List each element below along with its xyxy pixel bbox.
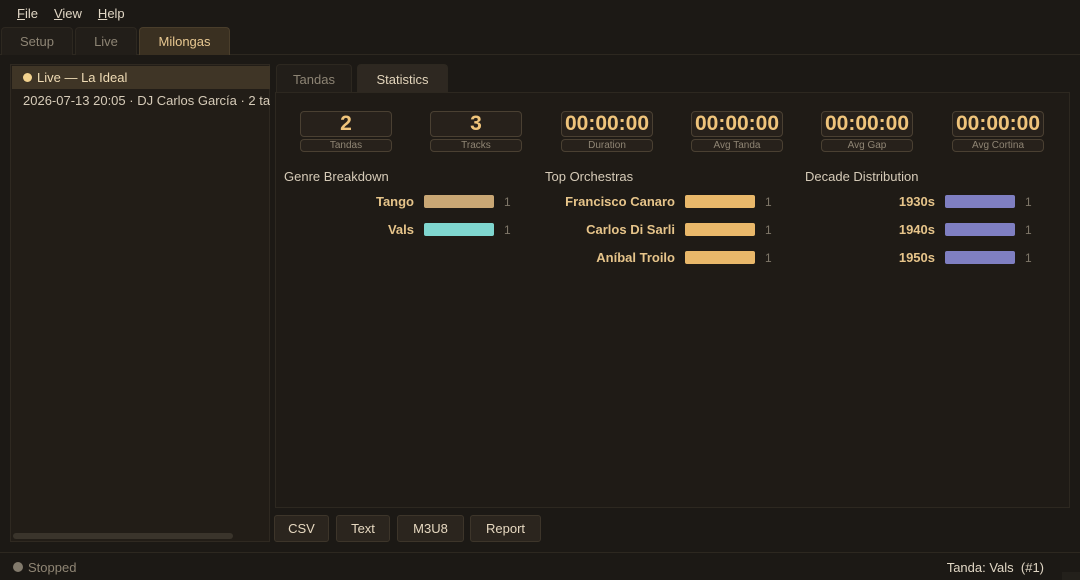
milonga-item-label: Live — La Ideal (37, 70, 128, 85)
export-text-button[interactable]: Text (336, 515, 390, 542)
menu-file[interactable]: File (9, 6, 46, 21)
stat-value: 00:00:00 (691, 111, 783, 137)
tab-statistics[interactable]: Statistics (357, 64, 448, 93)
milonga-item-label: 2026-07-13 20:05 · DJ Carlos García · 2 … (23, 93, 270, 108)
menu-help-label: elp (107, 5, 125, 21)
orchestra-count: 1 (765, 195, 772, 209)
export-m3u8-button[interactable]: M3U8 (397, 515, 464, 542)
stat-card-avg-cortina: 00:00:00 Avg Cortina (952, 111, 1045, 152)
stat-value: 2 (300, 111, 392, 137)
menu-file-mnemonic: F (17, 5, 25, 21)
main-tab-bar: Setup Live Milongas (0, 27, 1080, 55)
stat-card-tandas: 2 Tandas (300, 111, 393, 152)
menu-bar: File View Help (0, 0, 1080, 26)
stat-value: 00:00:00 (821, 111, 913, 137)
stat-label: Tandas (300, 139, 392, 152)
orchestra-count: 1 (765, 251, 772, 265)
tab-milongas[interactable]: Milongas (139, 27, 230, 55)
menu-view-label: iew (62, 5, 82, 21)
decade-count: 1 (1025, 223, 1032, 237)
orchestra-bar (685, 223, 755, 236)
genre-breakdown-title: Genre Breakdown (284, 169, 389, 184)
milonga-list[interactable]: Live — La Ideal 2026-07-13 20:05 · DJ Ca… (10, 64, 270, 542)
genre-row: Vals 1 (284, 222, 534, 238)
orchestra-label: Aníbal Troilo (596, 250, 675, 265)
decade-row: 1950s 1 (805, 250, 1055, 266)
horizontal-scrollbar[interactable] (13, 533, 233, 539)
stat-label: Duration (561, 139, 653, 152)
stat-label: Avg Cortina (952, 139, 1044, 152)
tab-live[interactable]: Live (75, 27, 137, 55)
stat-value: 00:00:00 (561, 111, 653, 137)
stat-card-duration: 00:00:00 Duration (561, 111, 654, 152)
orchestra-row: Francisco Canaro 1 (545, 194, 795, 210)
orchestra-row: Aníbal Troilo 1 (545, 250, 795, 266)
stat-card-avg-tanda: 00:00:00 Avg Tanda (691, 111, 784, 152)
decade-count: 1 (1025, 251, 1032, 265)
orchestra-bar (685, 195, 755, 208)
stat-label: Avg Tanda (691, 139, 783, 152)
decade-bar (945, 195, 1015, 208)
milonga-item-live[interactable]: Live — La Ideal (12, 66, 270, 89)
decade-count: 1 (1025, 195, 1032, 209)
genre-count: 1 (504, 195, 511, 209)
genre-row: Tango 1 (284, 194, 534, 210)
orchestra-row: Carlos Di Sarli 1 (545, 222, 795, 238)
live-indicator-icon (23, 73, 32, 82)
menu-view[interactable]: View (46, 6, 90, 21)
orchestra-bar (685, 251, 755, 264)
decade-row: 1940s 1 (805, 222, 1055, 238)
playback-status-icon (13, 562, 23, 572)
stat-label: Avg Gap (821, 139, 913, 152)
genre-bar (424, 223, 494, 236)
stat-value: 00:00:00 (952, 111, 1044, 137)
export-csv-button[interactable]: CSV (274, 515, 329, 542)
export-report-button[interactable]: Report (470, 515, 541, 542)
top-orchestras-title: Top Orchestras (545, 169, 634, 184)
decade-label: 1950s (898, 250, 935, 265)
playback-status: Stopped (28, 560, 77, 575)
genre-label: Tango (375, 194, 414, 209)
stat-label: Tracks (430, 139, 522, 152)
decade-bar (945, 251, 1015, 264)
decade-label: 1940s (898, 222, 935, 237)
genre-bar (424, 195, 494, 208)
stat-card-avg-gap: 00:00:00 Avg Gap (821, 111, 914, 152)
statistics-panel: 2 Tandas 3 Tracks 00:00:00 Duration 00:0… (275, 92, 1070, 508)
decade-row: 1930s 1 (805, 194, 1055, 210)
genre-label: Vals (387, 222, 414, 237)
orchestra-count: 1 (765, 223, 772, 237)
stat-card-tracks: 3 Tracks (430, 111, 523, 152)
decade-distribution-title: Decade Distribution (805, 169, 919, 184)
genre-count: 1 (504, 223, 511, 237)
milonga-item-history[interactable]: 2026-07-13 20:05 · DJ Carlos García · 2 … (12, 89, 270, 112)
menu-file-label: ile (24, 5, 38, 21)
menu-help-mnemonic: H (97, 5, 108, 21)
tab-tandas[interactable]: Tandas (276, 64, 352, 93)
resize-grip[interactable] (1062, 572, 1080, 580)
orchestra-label: Francisco Canaro (565, 194, 675, 209)
tab-setup[interactable]: Setup (1, 27, 73, 55)
orchestra-label: Carlos Di Sarli (586, 222, 675, 237)
menu-help[interactable]: Help (90, 6, 133, 21)
decade-bar (945, 223, 1015, 236)
current-tanda-status: Tanda: Vals (#1) (946, 560, 1044, 575)
decade-label: 1930s (898, 194, 935, 209)
status-bar: Stopped Tanda: Vals (#1) (0, 552, 1080, 580)
stat-value: 3 (430, 111, 522, 137)
